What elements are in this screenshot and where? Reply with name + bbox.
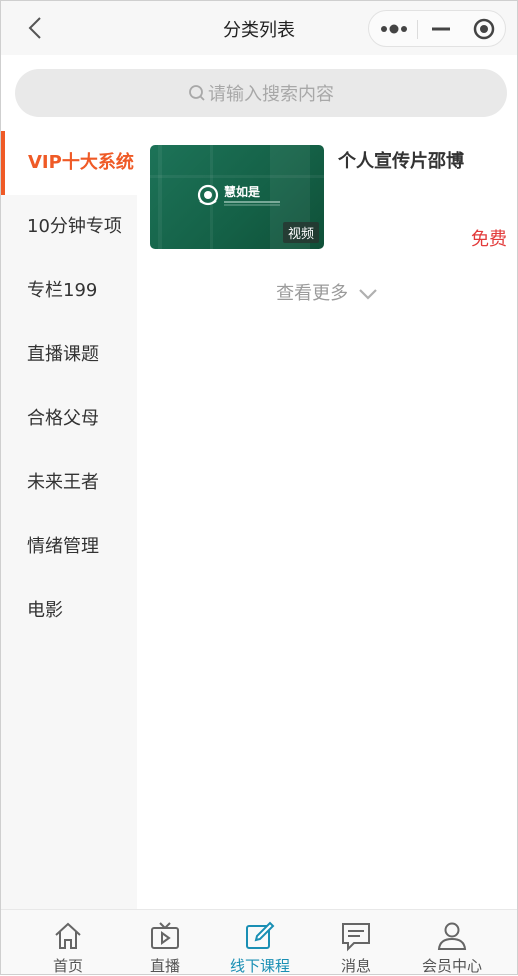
sidebar-item-label: 合格父母 [27,408,99,429]
minimize-button[interactable] [428,17,454,41]
logo-wordmark: 慧如是 [224,184,261,199]
sidebar-item-movie[interactable]: 电影 [1,579,137,643]
sidebar-item-label: 未来王者 [27,472,99,493]
sidebar-item-emotion[interactable]: 情绪管理 [1,515,137,579]
sidebar-item-parents[interactable]: 合格父母 [1,387,137,451]
home-icon [55,922,81,949]
sidebar-item-label: 直播课题 [27,344,99,365]
close-button[interactable] [471,17,497,41]
sidebar-item-future-king[interactable]: 未来王者 [1,451,137,515]
see-more-button[interactable]: 查看更多 [137,279,517,305]
tab-label: 会员中心 [421,957,482,975]
sidebar-item-label: 10分钟专项 [27,216,122,237]
minimize-icon [432,27,450,31]
tv-icon [151,922,179,949]
search-input[interactable]: 请输入搜索内容 [15,69,507,117]
brand-logo-icon: 慧如是 [197,184,280,206]
sidebar-item-column199[interactable]: 专栏199 [1,259,137,323]
tab-home[interactable]: 首页 [18,910,118,975]
edit-icon [246,921,275,949]
tab-label: 首页 [52,957,83,975]
more-button[interactable] [377,17,411,41]
course-price: 免费 [471,229,507,250]
course-card[interactable]: 慧如是 视频 个人宣传片邵博 免费 [150,145,507,250]
sidebar-item-live-topics[interactable]: 直播课题 [1,323,137,387]
bottom-tab-bar: 首页 直播 线下课程 消息 会员中心 [1,909,517,975]
video-badge: 视频 [282,222,319,243]
message-icon [342,923,370,952]
capsule-divider [417,20,418,39]
tab-label: 消息 [340,957,371,975]
sidebar-item-label: 电影 [27,600,63,621]
tab-messages[interactable]: 消息 [306,910,406,975]
more-dots-icon [381,24,407,34]
category-sidebar: VIP十大系统 10分钟专项 专栏199 直播课题 合格父母 未来王者 情绪管理… [1,131,137,909]
tab-member-center[interactable]: 会员中心 [402,910,502,975]
thumb-texture [158,145,162,249]
tab-offline-courses[interactable]: 线下课程 [210,910,310,975]
sidebar-item-label: 专栏199 [27,280,98,301]
see-more-label: 查看更多 [276,283,349,304]
sidebar-item-10min[interactable]: 10分钟专项 [1,195,137,259]
search-icon [189,85,205,101]
mini-program-capsule [368,10,506,47]
tab-label: 直播 [149,957,180,975]
chevron-down-icon [359,289,377,300]
tab-label: 线下课程 [229,957,290,975]
sidebar-item-vip[interactable]: VIP十大系统 [1,131,137,195]
course-title: 个人宣传片邵博 [338,151,464,172]
course-list: 慧如是 视频 个人宣传片邵博 免费 查看更多 [137,131,517,909]
target-close-icon [473,18,495,40]
sidebar-item-label: VIP十大系统 [28,152,134,173]
tab-live[interactable]: 直播 [115,910,215,975]
user-icon [437,922,467,950]
nav-bar: 分类列表 [1,1,517,55]
course-thumbnail: 慧如是 视频 [150,145,324,249]
search-bar: 请输入搜索内容 [1,55,517,131]
sidebar-item-label: 情绪管理 [27,536,99,557]
search-placeholder: 请输入搜索内容 [208,84,334,105]
